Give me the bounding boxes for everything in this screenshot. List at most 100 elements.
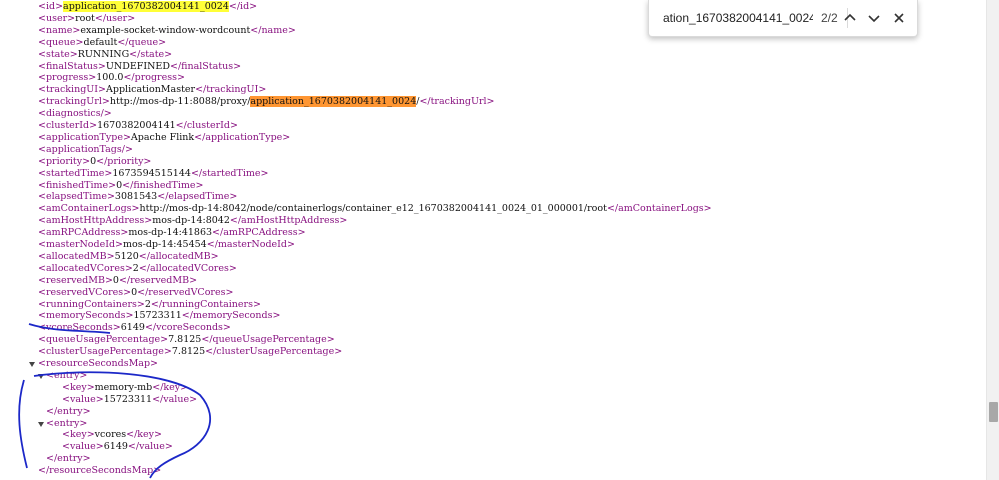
xml-close-tag: </amHostHttpAddress> — [229, 215, 348, 227]
xml-line: <queueUsagePercentage>7.8125</queueUsage… — [38, 334, 335, 346]
xml-open-tag: <resourceSecondsMap> — [38, 358, 158, 369]
xml-text: vcores — [94, 429, 127, 441]
xml-line: <progress>100.0</progress> — [38, 72, 185, 84]
xml-text: mos-dp-14:45454 — [123, 239, 207, 250]
xml-line: </entry> — [46, 453, 91, 465]
xml-line: <value>15723311</value> — [62, 394, 197, 406]
xml-line: <memorySeconds>15723311</memorySeconds> — [38, 310, 280, 322]
xml-close-tag: </value> — [127, 441, 173, 453]
xml-text: ApplicationMaster — [106, 84, 196, 96]
xml-text: 6149 — [103, 441, 128, 453]
xml-line: <value>6149</value> — [62, 441, 173, 453]
xml-text: 100.0 — [96, 72, 124, 84]
xml-line: <applicationTags/> — [38, 144, 133, 156]
xml-text: example-socket-window-wordcount — [80, 24, 251, 36]
xml-close-tag: </state> — [129, 48, 173, 60]
xml-line: <amHostHttpAddress>mos-dp-14:8042</amHos… — [38, 215, 347, 227]
xml-open-tag: <progress> — [38, 72, 97, 84]
search-highlight: application_1670382004141_0024 — [250, 96, 417, 108]
xml-line: <runningContainers>2</runningContainers> — [38, 299, 261, 311]
xml-close-tag: </entry> — [46, 453, 91, 465]
xml-open-tag: <value> — [62, 393, 104, 405]
xml-text: Apache Flink — [130, 131, 195, 143]
xml-text: RUNNING — [77, 48, 130, 60]
xml-close-tag: </clusterUsagePercentage> — [205, 346, 343, 358]
xml-close-tag: </vcoreSeconds> — [144, 322, 231, 334]
xml-text: memory-mb — [94, 381, 153, 393]
xml-close-tag: </resourceSecondsMap> — [38, 465, 162, 477]
xml-close-tag: </trackingUrl> — [419, 96, 495, 108]
xml-close-tag: </key> — [152, 381, 189, 393]
find-close-button[interactable] — [889, 8, 909, 28]
xml-open-tag: <clusterUsagePercentage> — [38, 346, 172, 358]
xml-close-tag: </queue> — [117, 36, 167, 48]
xml-line: <resourceSecondsMap> — [38, 358, 158, 370]
xml-open-tag: <value> — [62, 441, 104, 453]
xml-line: <elapsedTime>3081543</elapsedTime> — [38, 191, 237, 203]
xml-line: <id>application_1670382004141_0024</id> — [38, 1, 257, 13]
find-next-button[interactable] — [864, 8, 884, 28]
xml-close-tag: </masterNodeId> — [206, 239, 295, 250]
xml-close-tag: </value> — [152, 393, 198, 405]
xml-open-tag: <diagnostics/> — [38, 108, 112, 120]
xml-close-tag: </allocatedMB> — [138, 250, 219, 262]
xml-line: <clusterId>1670382004141</clusterId> — [38, 120, 238, 132]
xml-open-tag: <applicationTags/> — [38, 143, 133, 155]
xml-viewer: <id>application_1670382004141_0024</id> <… — [0, 0, 985, 480]
xml-open-tag: <clusterId> — [38, 120, 98, 131]
xml-close-tag: </allocatedVCores> — [138, 262, 237, 274]
xml-open-tag: <amHostHttpAddress> — [38, 215, 153, 227]
xml-open-tag: <name> — [38, 24, 81, 36]
xml-open-tag: <queue> — [38, 36, 84, 48]
xml-line: <amContainerLogs>http://mos-dp-14:8042/n… — [38, 203, 712, 215]
xml-open-tag: <amContainerLogs> — [38, 203, 140, 215]
xml-text: 15723311 — [133, 310, 182, 322]
xml-close-tag: </trackingUI> — [195, 84, 267, 96]
xml-text: 3081543 — [114, 191, 158, 203]
scrollbar-thumb[interactable] — [989, 402, 998, 422]
find-input[interactable] — [663, 10, 813, 26]
xml-line: <priority>0</priority> — [38, 156, 151, 168]
xml-open-tag: <key> — [62, 381, 95, 393]
xml-open-tag: <entry> — [46, 369, 88, 381]
xml-text: mos-dp-14:8042 — [152, 215, 230, 227]
xml-open-tag: <reservedMB> — [38, 274, 113, 286]
xml-line: <finishedTime>0</finishedTime> — [38, 180, 204, 192]
xml-line: <vcoreSeconds>6149</vcoreSeconds> — [38, 322, 231, 334]
find-match-count: 2/2 — [821, 11, 838, 25]
xml-line: </entry> — [46, 406, 91, 418]
xml-text: 5120 — [114, 250, 139, 262]
xml-text: 6149 — [120, 322, 145, 334]
xml-open-tag: <amRPCAddress> — [38, 227, 129, 239]
xml-close-tag: </runningContainers> — [150, 298, 261, 310]
xml-text: root — [75, 12, 95, 24]
xml-close-tag: </reservedVCores> — [137, 286, 234, 298]
xml-open-tag: <finishedTime> — [38, 179, 117, 191]
vertical-scrollbar[interactable] — [986, 0, 999, 480]
xml-text: 15723311 — [103, 393, 153, 405]
xml-line: <diagnostics/> — [38, 108, 112, 120]
xml-line: <allocatedVCores>2</allocatedVCores> — [38, 263, 237, 275]
close-icon — [894, 13, 904, 23]
xml-line: <reservedVCores>0</reservedVCores> — [38, 287, 233, 299]
xml-close-tag: </priority> — [96, 155, 152, 167]
xml-close-tag: </memorySeconds> — [181, 310, 281, 322]
xml-open-tag: <reservedVCores> — [38, 286, 132, 298]
xml-line: <entry> — [46, 370, 87, 382]
xml-open-tag: <allocatedMB> — [38, 250, 115, 262]
find-previous-button[interactable] — [840, 8, 860, 28]
xml-line: <startedTime>1673594515144</startedTime> — [38, 168, 268, 180]
find-bar: 2/2 — [648, 0, 918, 37]
xml-line: <trackingUrl>http://mos-dp-11:8088/proxy… — [38, 96, 495, 108]
xml-line: <entry> — [46, 418, 87, 430]
xml-close-tag: </id> — [228, 1, 258, 12]
xml-line: <applicationType>Apache Flink</applicati… — [38, 132, 290, 144]
collapse-toggle-icon[interactable] — [38, 373, 44, 379]
xml-close-tag: </progress> — [123, 72, 185, 84]
xml-line: <state>RUNNING</state> — [38, 49, 172, 61]
collapse-toggle-icon[interactable] — [29, 362, 35, 367]
xml-text: 1670382004141 — [97, 120, 176, 131]
xml-open-tag: <queueUsagePercentage> — [38, 334, 169, 346]
collapse-toggle-icon[interactable] — [38, 421, 44, 427]
xml-close-tag: </name> — [250, 24, 296, 36]
